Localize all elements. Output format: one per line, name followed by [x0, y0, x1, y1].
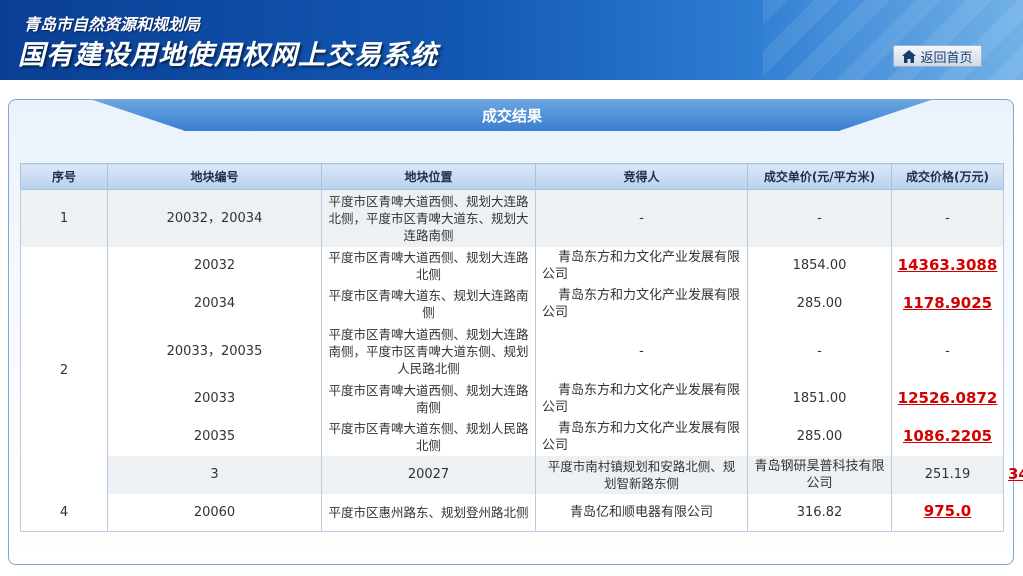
parcel-number: 20033 [107, 379, 322, 418]
deal-price-link[interactable]: 348.0 [1008, 465, 1023, 483]
deal-price: - [891, 322, 1004, 380]
winner: 青岛钢研昊普科技有限公司 [747, 455, 892, 494]
deal-price: - [891, 189, 1004, 247]
deal-price-link[interactable]: 1086.2205 [903, 427, 992, 445]
column-header-unit-price: 成交单价(元/平方米) [747, 163, 892, 190]
winner: 青岛东方和力文化产业发展有限公司 [535, 284, 748, 323]
table-row: 2 20032 平度市区青啤大道西侧、规划大连路北侧 青岛东方和力文化产业发展有… [20, 246, 1004, 494]
parcel-number: 20027 [321, 455, 536, 494]
unit-price: 1854.00 [747, 246, 892, 285]
table-row: 20035 平度市区青啤大道东侧、规划人民路北侧 青岛东方和力文化产业发展有限公… [21, 417, 1004, 456]
header-decoration [763, 0, 1023, 80]
row-number: 1 [20, 189, 108, 247]
unit-price: 1851.00 [747, 379, 892, 418]
result-table: 序号 地块编号 地块位置 竞得人 成交单价(元/平方米) 成交价格(万元) 1 … [20, 163, 1023, 532]
deal-price: 1178.9025 [891, 284, 1004, 323]
winner: 青岛东方和力文化产业发展有限公司 [535, 246, 748, 285]
row-number: 2 [20, 246, 108, 494]
parcel-location: 平度市区惠州路东、规划登州路北侧 [321, 493, 536, 532]
parcel-location: 平度市区青啤大道东侧、规划人民路北侧 [321, 417, 536, 456]
winner: 青岛东方和力文化产业发展有限公司 [535, 379, 748, 418]
table-row: 1 20032，20034 平度市区青啤大道西侧、规划大连路北侧，平度市区青啤大… [20, 189, 1004, 247]
winner-name: 青岛东方和力文化产业发展有限公司 [542, 382, 741, 415]
table-row: 3 20027 平度市南村镇规划和安路北侧、规划智新路东侧 青岛钢研昊普科技有限… [21, 455, 1023, 494]
deal-price: 12526.0872 [891, 379, 1004, 418]
deal-price-link[interactable]: 12526.0872 [898, 389, 998, 407]
winner: - [535, 322, 748, 380]
parcel-number: 20034 [107, 284, 322, 323]
winner-name: 青岛东方和力文化产业发展有限公司 [542, 249, 741, 282]
deal-price-link[interactable]: 975.0 [924, 502, 971, 520]
column-header-price: 成交价格(万元) [891, 163, 1004, 190]
unit-price: 285.00 [747, 284, 892, 323]
winner-name: 青岛东方和力文化产业发展有限公司 [542, 420, 741, 453]
home-button-label: 返回首页 [920, 50, 973, 66]
deal-price-link[interactable]: 14363.3088 [898, 256, 998, 274]
winner: - [535, 189, 748, 247]
parcel-number: 20032，20034 [107, 189, 322, 247]
winner: 青岛亿和顺电器有限公司 [535, 493, 748, 532]
table-row: 20034 平度市区青啤大道东、规划大连路南侧 青岛东方和力文化产业发展有限公司… [21, 284, 1004, 323]
parcel-location: 平度市区青啤大道西侧、规划大连路北侧 [321, 246, 536, 285]
panel-title-tab: 成交结果 [93, 100, 931, 131]
column-header-location: 地块位置 [321, 163, 536, 190]
parcel-location: 平度市南村镇规划和安路北侧、规划智新路东侧 [535, 455, 748, 494]
unit-price: 251.19 [891, 455, 1004, 494]
header-title: 国有建设用地使用权网上交易系统 [18, 40, 438, 71]
parcel-location: 平度市区青啤大道西侧、规划大连路南侧 [321, 379, 536, 418]
unit-price: 285.00 [747, 417, 892, 456]
column-header-winner: 竞得人 [535, 163, 748, 190]
panel-title: 成交结果 [481, 107, 542, 125]
parcel-number: 20032 [107, 246, 322, 285]
table-row: 4 20060 平度市区惠州路东、规划登州路北侧 青岛亿和顺电器有限公司 316… [20, 493, 1004, 532]
header-banner: 青岛市自然资源和规划局 国有建设用地使用权网上交易系统 返回首页 [0, 0, 1023, 80]
table-row: 20033 平度市区青啤大道西侧、规划大连路南侧 青岛东方和力文化产业发展有限公… [21, 379, 1004, 418]
winner-name: 青岛东方和力文化产业发展有限公司 [542, 287, 741, 320]
table-header-row: 序号 地块编号 地块位置 竞得人 成交单价(元/平方米) 成交价格(万元) [20, 163, 1004, 190]
parcel-number: 20033，20035 [107, 322, 322, 380]
parcel-location: 平度市区青啤大道东、规划大连路南侧 [321, 284, 536, 323]
column-header-no: 序号 [20, 163, 108, 190]
table-row: 20033，20035 平度市区青啤大道西侧、规划大连路南侧，平度市区青啤大道东… [21, 322, 1004, 380]
parcel-number: 20035 [107, 417, 322, 456]
row-number: 4 [20, 493, 108, 532]
parcel-location: 平度市区青啤大道西侧、规划大连路北侧，平度市区青啤大道东、规划大连路南侧 [321, 189, 536, 247]
result-panel: 成交结果 序号 地块编号 地块位置 竞得人 成交单价(元/平方米) 成交价格(万… [8, 99, 1023, 565]
column-header-parcel: 地块编号 [107, 163, 322, 190]
home-button[interactable]: 返回首页 [893, 45, 982, 67]
deal-price: 1086.2205 [891, 417, 1004, 456]
parcel-location: 平度市区青啤大道西侧、规划大连路南侧，平度市区青啤大道东侧、规划人民路北侧 [321, 322, 536, 380]
parcel-number: 20060 [107, 493, 322, 532]
unit-price: 316.82 [747, 493, 892, 532]
deal-price: 975.0 [891, 493, 1004, 532]
unit-price: - [747, 322, 892, 380]
winner: 青岛东方和力文化产业发展有限公司 [535, 417, 748, 456]
home-icon [902, 49, 917, 63]
header-subtitle: 青岛市自然资源和规划局 [24, 15, 201, 34]
deal-price-link[interactable]: 1178.9025 [903, 294, 992, 312]
unit-price: - [747, 189, 892, 247]
deal-price: 14363.3088 [891, 246, 1004, 285]
row-number: 3 [107, 455, 322, 494]
